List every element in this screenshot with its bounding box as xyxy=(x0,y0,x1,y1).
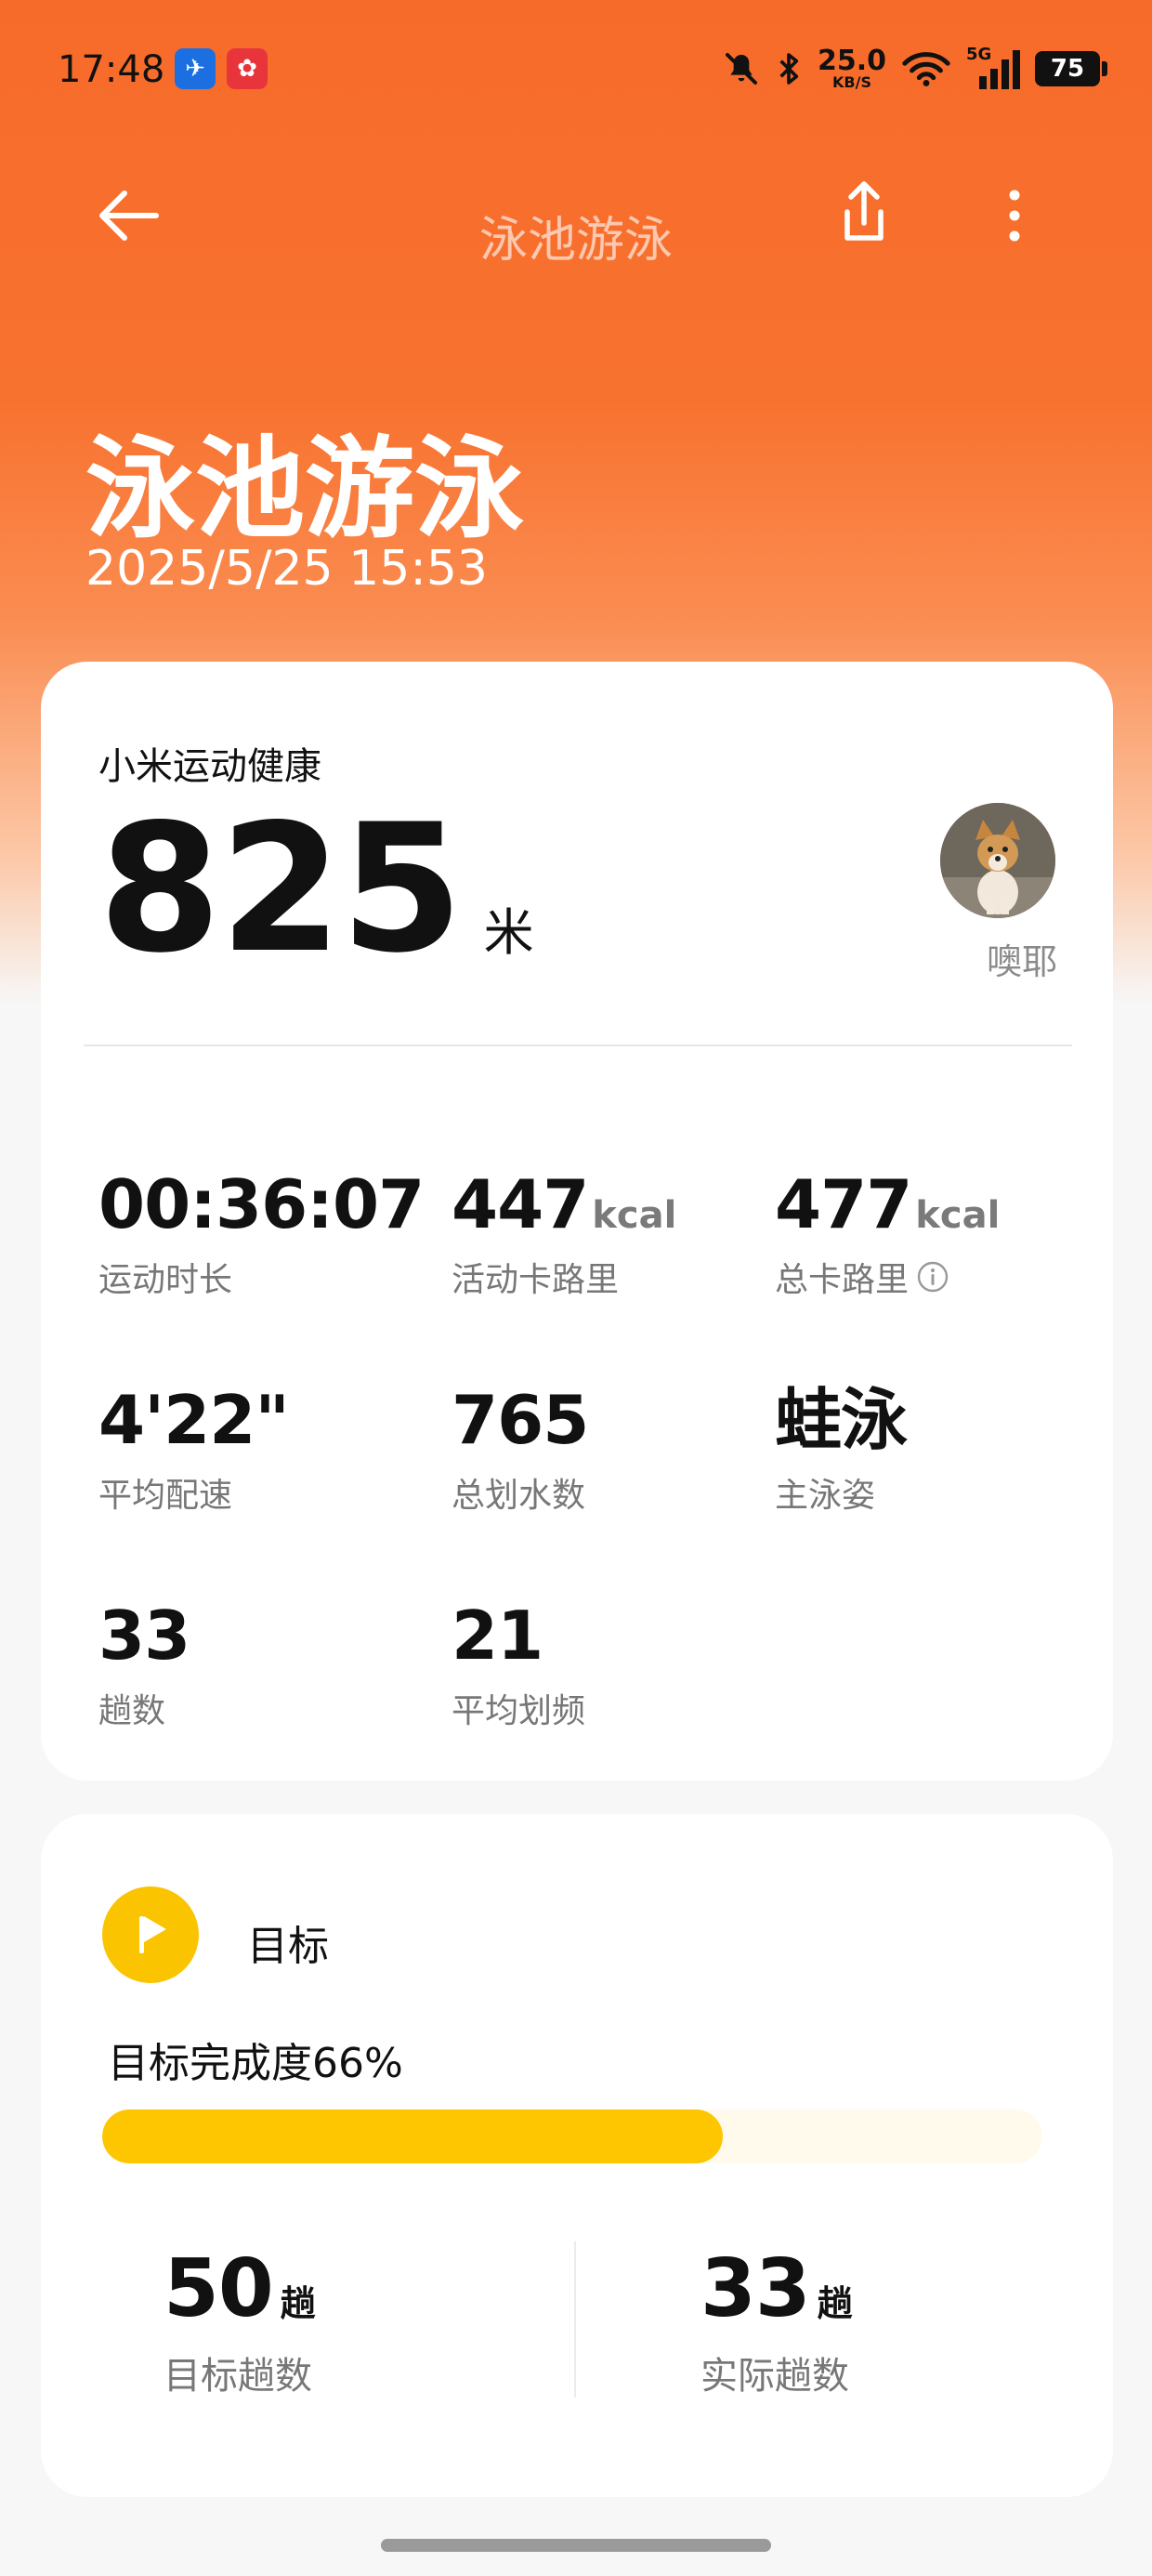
red-flower-app-icon: ✿ xyxy=(227,48,268,89)
network-speed-value: 25.0 xyxy=(817,45,886,77)
distance-value: 825 xyxy=(98,786,464,992)
network-speed: 25.0 KB/S xyxy=(818,47,886,90)
stat-active-calories: 447 kcal 活动卡路里 xyxy=(452,1171,676,1301)
stat-avg-stroke-rate: 21 平均划频 xyxy=(452,1602,585,1732)
workout-summary-card: 小米运动健康 825 米 噢耶 00:36:07 运动时长 447 kcal 活… xyxy=(41,662,1113,1781)
workout-title: 泳池游泳 xyxy=(85,425,525,553)
goal-progress-bar xyxy=(102,2109,1042,2163)
goal-progress-fill xyxy=(102,2109,723,2163)
network-type-label: 5G xyxy=(966,45,992,64)
divider xyxy=(84,1045,1072,1046)
goal-target-value: 50 xyxy=(164,2242,274,2335)
home-indicator[interactable] xyxy=(381,2539,771,2552)
goal-card: 目标 目标完成度66% 50 趟 目标趟数 33 趟 实际趟数 xyxy=(41,1814,1113,2497)
goal-title: 目标 xyxy=(247,1923,329,1970)
status-bar: 17:48 ✈ ✿ 25.0 KB/S 5G 75 xyxy=(0,0,1152,139)
dog-avatar-image xyxy=(940,803,1055,918)
stat-value: 765 xyxy=(452,1381,589,1459)
bluetooth-icon xyxy=(779,53,799,85)
stat-unit: kcal xyxy=(915,1194,1001,1237)
cellular-signal-icon: 5G xyxy=(966,45,1020,89)
goal-target-label: 目标趟数 xyxy=(164,2355,312,2398)
distance-unit: 米 xyxy=(483,903,534,962)
goal-divider xyxy=(574,2241,576,2398)
stat-value: 477 xyxy=(775,1165,912,1243)
stat-value: 21 xyxy=(452,1597,543,1675)
goal-progress-label: 目标完成度66% xyxy=(108,2040,403,2087)
stat-label: 平均划频 xyxy=(452,1692,586,1730)
stat-value: 00:36:07 xyxy=(98,1165,425,1243)
stat-main-stroke: 蛙泳 主泳姿 xyxy=(775,1381,908,1517)
topbar-title: 泳池游泳 xyxy=(478,213,673,269)
avatar[interactable] xyxy=(940,803,1055,918)
stat-label: 平均配速 xyxy=(98,1477,233,1515)
stat-label: 趟数 xyxy=(98,1692,166,1730)
stat-label: 运动时长 xyxy=(98,1261,233,1299)
stat-value: 蛙泳 xyxy=(775,1381,908,1459)
status-indicators: 25.0 KB/S 5G 75 xyxy=(723,39,1107,99)
more-vertical-icon[interactable] xyxy=(994,182,1035,249)
source-app-name: 小米运动健康 xyxy=(98,745,321,788)
flag-icon xyxy=(102,1886,199,1983)
workout-detail-screen: 17:48 ✈ ✿ 25.0 KB/S 5G 75 泳池游泳 泳池游泳 2025… xyxy=(0,0,1152,2576)
stat-avg-pace: 4'22" 平均配速 xyxy=(98,1381,290,1517)
battery-level: 75 xyxy=(1035,51,1100,86)
status-time: 17:48 xyxy=(58,48,165,91)
stat-label: 总卡路里 xyxy=(775,1261,910,1299)
stat-label: 总划水数 xyxy=(452,1477,586,1515)
goal-actual-label: 实际趟数 xyxy=(700,2355,849,2398)
goal-target-laps: 50 趟 目标趟数 xyxy=(164,2242,316,2399)
wifi-icon xyxy=(902,52,950,86)
info-icon[interactable] xyxy=(916,1260,949,1294)
stat-value: 4'22" xyxy=(98,1381,290,1459)
stat-value: 33 xyxy=(98,1597,190,1675)
battery-cap xyxy=(1102,61,1107,76)
workout-datetime: 2025/5/25 15:53 xyxy=(85,541,489,597)
goal-actual-value: 33 xyxy=(700,2242,811,2335)
stat-unit: kcal xyxy=(592,1194,677,1237)
goal-actual-unit: 趟 xyxy=(817,2283,853,2324)
stat-total-strokes: 765 总划水数 xyxy=(452,1381,589,1517)
goal-actual-laps: 33 趟 实际趟数 xyxy=(700,2242,853,2399)
stat-duration: 00:36:07 运动时长 xyxy=(98,1165,425,1301)
mute-bell-icon xyxy=(725,53,757,85)
distance: 825 米 xyxy=(98,801,534,978)
stat-value: 447 xyxy=(452,1165,589,1243)
user-name: 噢耶 xyxy=(986,941,1057,982)
stat-label: 活动卡路里 xyxy=(452,1261,620,1299)
network-speed-unit: KB/S xyxy=(832,73,871,91)
stat-total-calories: 477 kcal 总卡路里 xyxy=(775,1171,1000,1301)
stat-label: 主泳姿 xyxy=(775,1477,876,1515)
share-icon[interactable] xyxy=(834,177,894,251)
battery-icon: 75 xyxy=(1035,51,1107,86)
goal-target-unit: 趟 xyxy=(280,2283,316,2324)
fish-app-icon: ✈ xyxy=(175,48,216,89)
stat-laps: 33 趟数 xyxy=(98,1602,190,1732)
